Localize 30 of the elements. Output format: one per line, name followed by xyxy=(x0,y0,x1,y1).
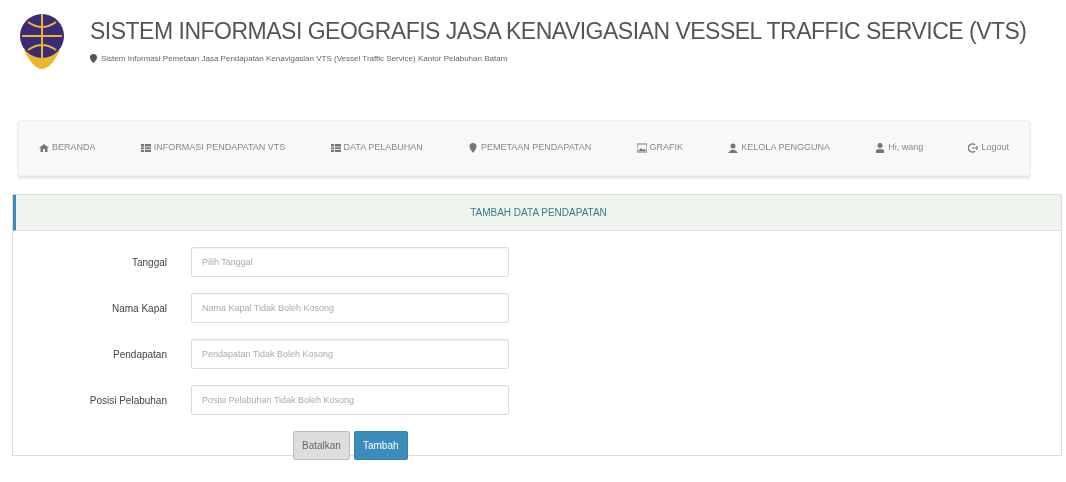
panel-title: TAMBAH DATA PENDAPATAN xyxy=(13,195,1061,231)
user-icon xyxy=(728,143,739,153)
nav-link[interactable]: Hi, wang xyxy=(867,137,932,159)
picture-icon xyxy=(636,143,647,153)
input-field[interactable]: Pendapatan Tidak Boleh Kosong xyxy=(191,339,509,369)
add-button[interactable]: Tambah xyxy=(353,431,408,460)
nav-link[interactable]: GRAFIK xyxy=(628,137,692,159)
input-field[interactable]: Posisi Pelabuhan Tidak Boleh Kosong xyxy=(191,385,509,415)
home-icon xyxy=(39,143,49,153)
nav-link[interactable]: DATA PELABUHAN xyxy=(322,137,431,159)
nav-link[interactable]: Logout xyxy=(960,137,1017,159)
field-label: Nama Kapal xyxy=(110,301,168,316)
table-icon xyxy=(140,143,151,153)
map-pin-icon xyxy=(468,143,478,153)
input-field[interactable]: Pilih Tanggal xyxy=(191,247,509,277)
site-title: SISTEM INFORMASI GEOGRAFIS JASA KENAVIGASIAN VESSEL TRAFFIC SERVICE (VTS) xyxy=(90,17,1027,46)
site-subtitle: Sistem Informasi Pemetaan Jasa Pendapatan Kenavigasian VTS (Vessel Traffic Service) Kantor Pelabuhan Batam xyxy=(101,52,508,65)
nav-link[interactable]: INFORMASI PENDAPATAN VTS xyxy=(132,137,294,159)
logout-icon xyxy=(968,143,979,153)
nav-link[interactable]: KELOLA PENGGUNA xyxy=(720,137,838,159)
input-field[interactable]: Nama Kapal Tidak Boleh Kosong xyxy=(191,293,509,323)
field-label: Posisi Pelabuhan xyxy=(88,393,168,408)
field-label: Tanggal xyxy=(130,255,168,270)
nav-link[interactable]: BERANDA xyxy=(31,137,104,159)
map-pin-icon xyxy=(90,54,97,63)
cancel-button[interactable]: Batalkan xyxy=(293,431,350,460)
nav-link[interactable]: PEMETAAN PENDAPATAN xyxy=(460,137,600,159)
field-label: Pendapatan xyxy=(112,347,168,362)
user-icon xyxy=(875,143,886,153)
table-icon xyxy=(330,143,341,153)
